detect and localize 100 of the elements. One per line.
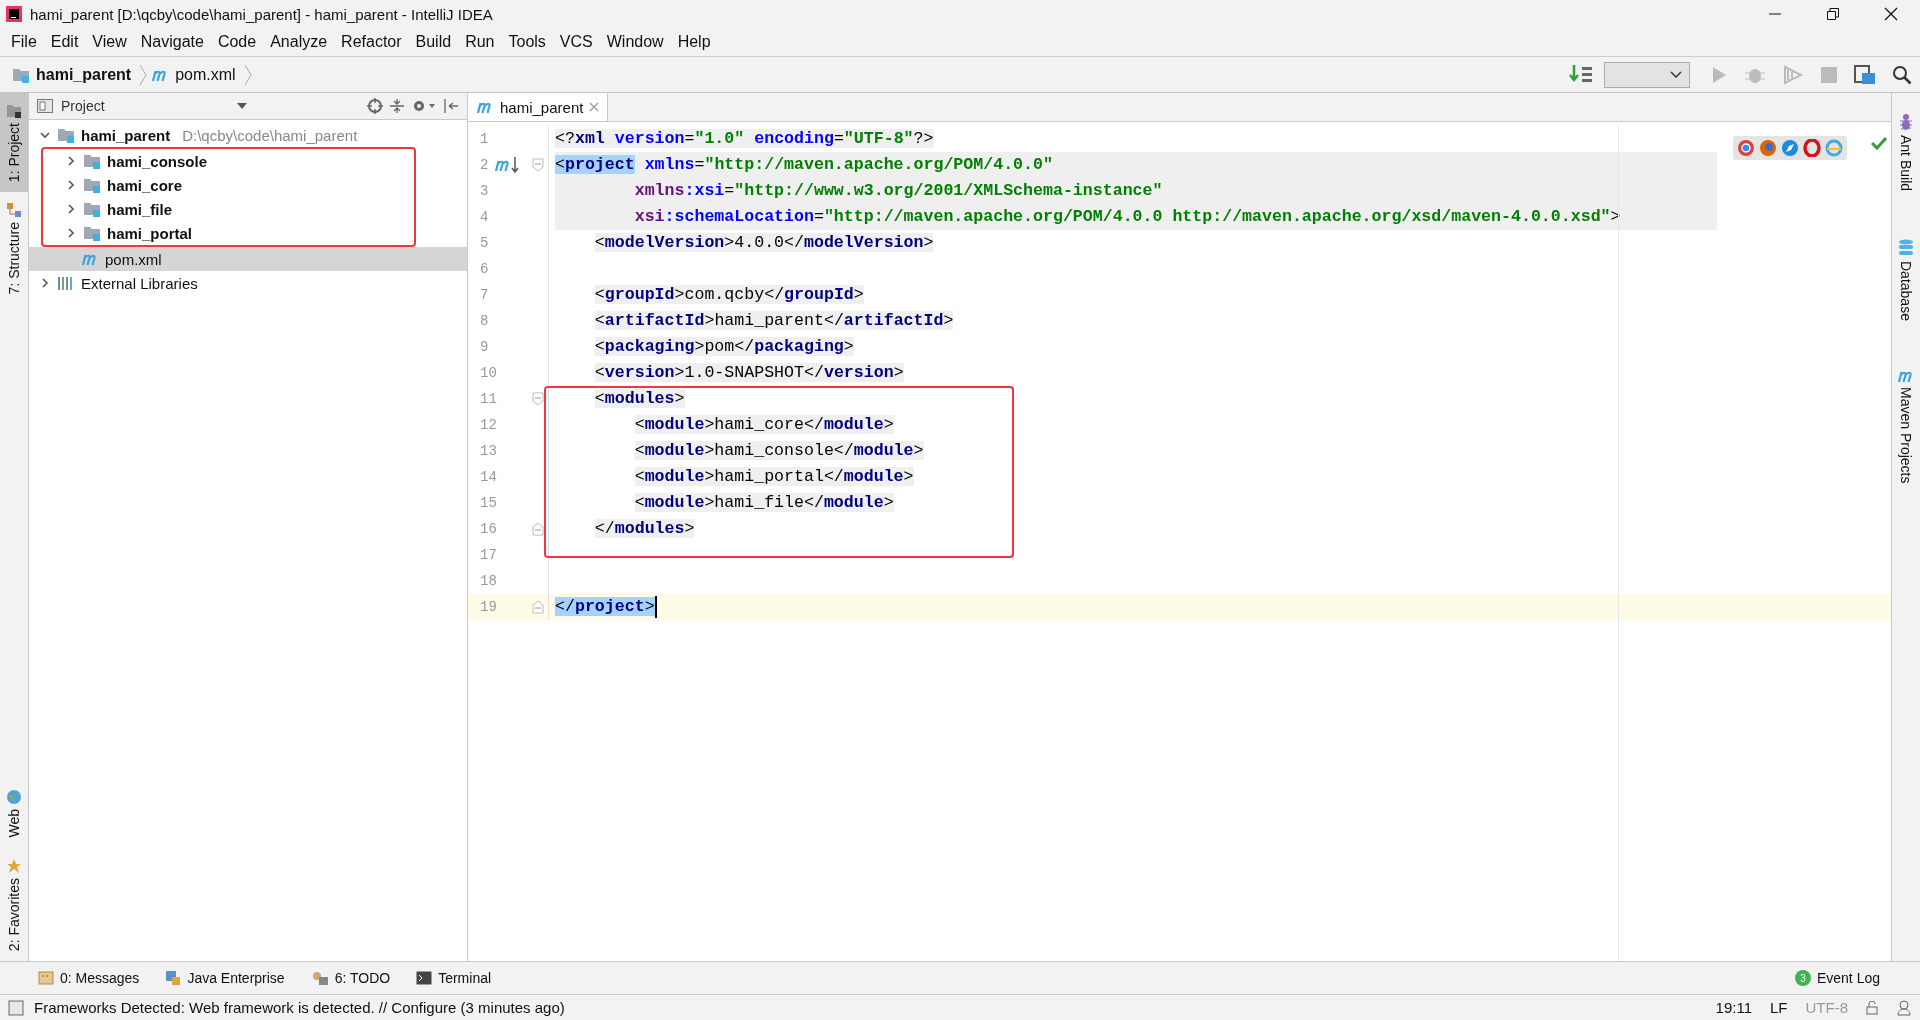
menu-item[interactable]: Analyze xyxy=(263,31,335,53)
menu-item[interactable]: Build xyxy=(408,31,459,53)
globe-icon xyxy=(6,789,22,806)
menu-item[interactable]: Edit xyxy=(43,31,86,53)
browser-icon[interactable] xyxy=(1759,139,1777,157)
menu-item[interactable]: VCS xyxy=(552,31,600,53)
maven-arrow-icon[interactable] xyxy=(494,155,522,175)
tool-window-tab[interactable]: 2: Favorites xyxy=(0,847,28,961)
menu-item[interactable]: Refactor xyxy=(334,31,409,53)
line-number: 3 xyxy=(480,183,489,199)
menu-item[interactable]: Tools xyxy=(501,31,553,53)
lock-icon[interactable] xyxy=(1866,1000,1878,1015)
line-number: 10 xyxy=(480,365,497,381)
menu-item[interactable]: View xyxy=(85,31,134,53)
tool-window-tab[interactable]: Web xyxy=(0,779,28,848)
check-icon xyxy=(1871,136,1887,152)
tool-window-tab[interactable]: Maven Projects xyxy=(1897,359,1915,494)
maven-file-icon xyxy=(476,100,494,114)
search-icon[interactable] xyxy=(1892,64,1912,85)
enterprise-icon xyxy=(165,970,182,986)
tree-item[interactable]: hami_file xyxy=(43,197,414,221)
tree-item[interactable]: hami_console xyxy=(43,149,414,173)
browser-icon[interactable] xyxy=(1737,139,1755,157)
tool-window-tab[interactable]: 1: Project xyxy=(0,93,28,193)
maven-file-icon xyxy=(81,252,99,266)
tool-window-tab[interactable]: Ant Build xyxy=(1898,103,1914,202)
separator-icon xyxy=(243,62,252,87)
locate-icon[interactable] xyxy=(367,98,383,114)
code-line: xmlns:xsi="http://www.w3.org/2001/XMLSchema-instance" xyxy=(633,180,1163,202)
menu-item[interactable]: Code xyxy=(210,31,264,53)
close-icon[interactable] xyxy=(1884,7,1898,21)
code-line: <project xmlns="http://maven.apache.org/POM/4.0.0" xyxy=(555,154,1053,176)
menu-item[interactable]: File xyxy=(4,31,44,53)
line-number: 17 xyxy=(480,547,497,563)
menu-item[interactable]: Window xyxy=(599,31,671,53)
browser-icon[interactable] xyxy=(1781,139,1799,157)
tool-window-tab[interactable]: Database xyxy=(1898,229,1914,331)
caret-icon xyxy=(1669,69,1683,80)
line-number: 14 xyxy=(480,469,497,485)
tree-item[interactable]: pom.xml xyxy=(29,247,467,271)
project-structure-icon[interactable] xyxy=(1854,64,1876,85)
tool-window-button[interactable]: Terminal xyxy=(416,970,492,986)
line-number: 19 xyxy=(480,599,497,615)
folder-icon xyxy=(12,66,30,83)
line-number: 15 xyxy=(480,495,497,511)
chevron-right-icon[interactable] xyxy=(65,179,77,191)
editor-tab[interactable]: hami_parent xyxy=(468,93,609,121)
hide-panel-icon[interactable] xyxy=(443,98,459,114)
panel-icon xyxy=(37,99,53,113)
chevron-down-icon[interactable] xyxy=(39,129,51,141)
tree-item[interactable]: hami_parent D:\qcby\code\hami_parent xyxy=(29,123,467,147)
tree-item[interactable]: hami_portal xyxy=(43,221,414,245)
chevron-right-icon[interactable] xyxy=(65,203,77,215)
tool-window-button[interactable]: 6: TODO xyxy=(310,970,391,986)
line-number: 13 xyxy=(480,443,497,459)
menu-item[interactable]: Run xyxy=(458,31,502,53)
tree-item-label: hami_parent xyxy=(81,126,171,144)
menu-item[interactable]: Navigate xyxy=(133,31,211,53)
line-number: 16 xyxy=(480,521,497,537)
line-number: 4 xyxy=(480,209,489,225)
chevron-right-icon[interactable] xyxy=(65,155,77,167)
tree-item-label: hami_console xyxy=(107,152,208,170)
database-icon xyxy=(1898,239,1914,258)
tree-item[interactable]: External Libraries xyxy=(29,271,467,295)
tool-window-button[interactable]: Java Enterprise xyxy=(165,970,285,986)
window-title: hami_parent [D:\qcby\code\hami_parent] - hami_parent - IntelliJ IDEA xyxy=(30,5,494,23)
line-number: 9 xyxy=(480,339,489,355)
status-message[interactable]: Frameworks Detected: Web framework is detected. // Configure (3 minutes ago) xyxy=(34,999,565,1016)
panel-toggle-icon[interactable] xyxy=(8,999,24,1016)
folder-icon xyxy=(6,103,22,119)
tree-item[interactable]: hami_core xyxy=(43,173,414,197)
line-separator[interactable]: LF xyxy=(1770,999,1788,1016)
structure-icon xyxy=(6,202,22,219)
breadcrumb[interactable]: hami_parent xyxy=(12,65,136,84)
tree-item-path: D:\qcby\code\hami_parent xyxy=(182,126,358,144)
folder-icon xyxy=(83,153,101,169)
star-icon xyxy=(6,857,22,874)
event-log-button[interactable]: 3 Event Log xyxy=(1794,970,1880,986)
menu-item[interactable]: Help xyxy=(670,31,718,53)
line-number: 7 xyxy=(480,287,489,303)
chevron-right-icon[interactable] xyxy=(39,277,51,289)
caret-position[interactable]: 19:11 xyxy=(1715,999,1752,1016)
tool-window-button[interactable]: 0: Messages xyxy=(38,970,140,986)
line-number: 8 xyxy=(480,313,489,329)
collapse-all-icon[interactable] xyxy=(389,98,405,114)
library-icon xyxy=(57,275,75,291)
browser-icon[interactable] xyxy=(1803,139,1821,157)
restore-icon[interactable] xyxy=(1827,8,1839,20)
folder-icon xyxy=(83,225,101,241)
chevron-right-icon[interactable] xyxy=(65,227,77,239)
folder-icon xyxy=(83,201,101,217)
line-number: 12 xyxy=(480,417,497,433)
breadcrumb[interactable]: pom.xml xyxy=(151,65,240,84)
caret-icon xyxy=(237,103,247,109)
terminal-icon xyxy=(416,971,433,985)
settings-icon[interactable] xyxy=(411,98,437,114)
text-cursor xyxy=(654,596,657,618)
folder-icon xyxy=(83,177,101,193)
folder-icon xyxy=(57,127,75,143)
tool-window-tab[interactable]: 7: Structure xyxy=(0,192,28,305)
